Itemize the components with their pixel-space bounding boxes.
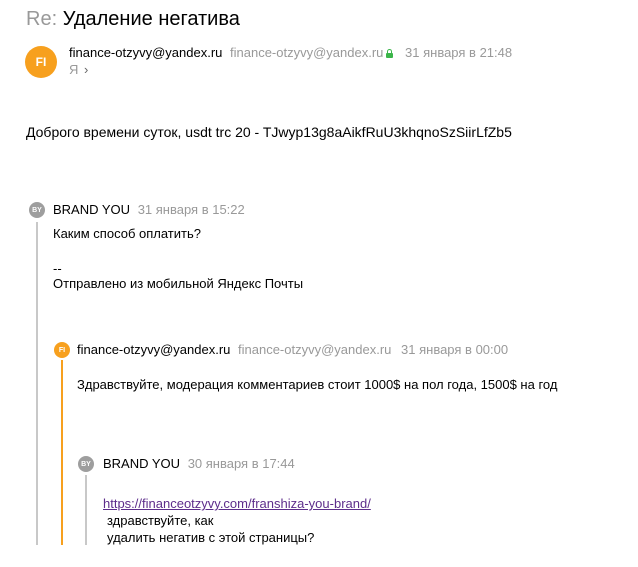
message-date: 31 января в 21:48 (405, 45, 513, 60)
quote1-text: Каким способ оплатить? (53, 226, 201, 241)
quote2-header: finance-otzyvy@yandex.ru finance-otzyvy@… (77, 342, 508, 357)
sender-email[interactable]: finance-otzyvy@yandex.ru (69, 45, 222, 60)
sender-line: finance-otzyvy@yandex.ru finance-otzyvy@… (69, 45, 512, 60)
quote2-avatar: FI (54, 342, 70, 358)
message-body: Доброго времени суток, usdt trc 20 - TJw… (26, 124, 512, 140)
chevron-right-icon: › (84, 62, 89, 77)
quote2-text: Здравствуйте, модерация комментариев сто… (77, 377, 558, 392)
quote2-sender-email: finance-otzyvy@yandex.ru (77, 342, 231, 357)
lock-icon (386, 49, 394, 58)
quote3-avatar: BY (78, 456, 94, 472)
sender-avatar[interactable]: FI (25, 46, 57, 78)
subject-prefix: Re: (26, 8, 58, 30)
quote3-link[interactable]: https://financeotzyvy.com/franshiza-you-… (103, 496, 371, 511)
quote3-text-line1: здравствуйте, как (107, 513, 214, 528)
quote1-signature: Отправлено из мобильной Яндекс Почты (53, 276, 304, 291)
quote3-link-line: https://financeotzyvy.com/franshiza-you-… (103, 496, 371, 511)
quote3-date: 30 января в 17:44 (187, 456, 295, 471)
quote1-header: BRAND YOU 31 января в 15:22 (53, 202, 245, 217)
recipient-label: Я (69, 62, 79, 77)
quote1-bar (36, 222, 38, 545)
quote1-avatar: BY (29, 202, 45, 218)
quote3-text-line2: удалить негатив с этой страницы? (107, 530, 315, 545)
quote1-signature-separator: -- (53, 261, 62, 276)
sender-address[interactable]: finance-otzyvy@yandex.ru (230, 45, 383, 60)
quote1-sender: BRAND YOU (53, 202, 131, 217)
message-subject: Re: Удаление негатива (26, 8, 240, 31)
quote2-sender-address: finance-otzyvy@yandex.ru (238, 342, 392, 357)
quote3-header: BRAND YOU 30 января в 17:44 (103, 456, 295, 471)
quote3-sender: BRAND YOU (103, 456, 181, 471)
subject-title: Удаление негатива (62, 8, 240, 30)
quote2-date: 31 января в 00:00 (401, 342, 509, 357)
quote3-bar (85, 475, 87, 545)
recipient-toggle[interactable]: Я › (69, 62, 88, 77)
quote2-bar (61, 360, 63, 545)
quote1-date: 31 января в 15:22 (137, 202, 245, 217)
